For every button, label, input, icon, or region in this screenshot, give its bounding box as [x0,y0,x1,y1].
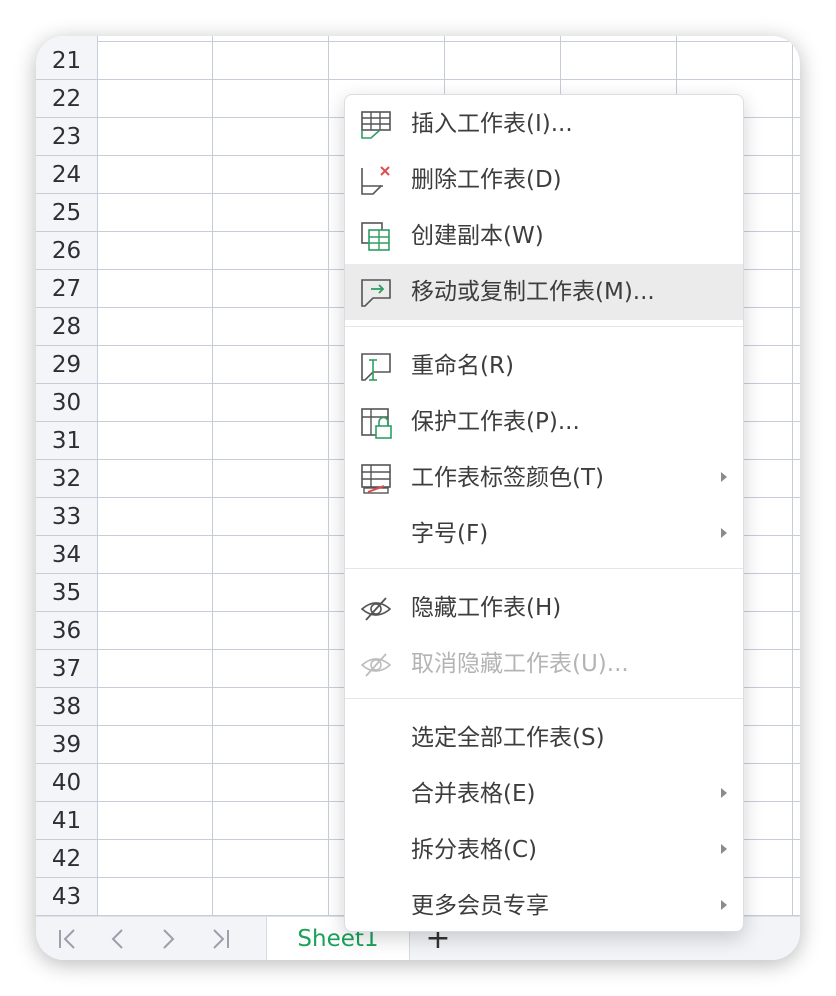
first-sheet-icon[interactable] [50,917,86,960]
submenu-arrow-icon [721,472,727,482]
row-number[interactable]: 22 [36,80,97,118]
row-number[interactable]: 39 [36,726,97,764]
row-number[interactable]: 32 [36,460,97,498]
menu-item-rename[interactable]: 重命名(R) [345,338,743,394]
row-number[interactable]: 25 [36,194,97,232]
menu-item-label: 重命名(R) [411,353,514,379]
menu-item-label: 拆分表格(C) [411,837,538,863]
row-number[interactable]: 34 [36,536,97,574]
row-number[interactable]: 42 [36,840,97,878]
menu-item-merge-tables[interactable]: 合并表格(E) [345,766,743,822]
menu-item-label: 删除工作表(D) [411,167,562,193]
next-sheet-icon[interactable] [150,917,186,960]
hide-icon [360,597,392,621]
menu-item-insert-sheet[interactable]: 插入工作表(I)... [345,96,743,152]
unhide-icon [360,653,392,677]
row-number[interactable]: 23 [36,118,97,156]
menu-item-unhide-sheet[interactable]: 取消隐藏工作表(U)... [345,636,743,692]
menu-item-label: 工作表标签颜色(T) [411,465,604,491]
submenu-arrow-icon [721,528,727,538]
menu-item-tab-color[interactable]: 工作表标签颜色(T) [345,450,743,506]
sheet-context-menu: 插入工作表(I)... 删除工作表(D) 创建副本(W) 移动或复制工作表(M)… [344,94,744,932]
menu-item-label: 创建副本(W) [411,223,544,249]
row-number[interactable]: 43 [36,878,97,916]
prev-sheet-icon[interactable] [100,917,136,960]
insert-sheet-icon [361,111,391,139]
menu-item-label: 移动或复制工作表(M)... [411,279,655,305]
menu-item-label: 保护工作表(P)... [411,409,580,435]
menu-item-select-all-sheets[interactable]: 选定全部工作表(S) [345,710,743,766]
delete-sheet-icon [361,166,390,195]
last-sheet-icon[interactable] [202,917,238,960]
row-number[interactable]: 38 [36,688,97,726]
menu-item-split-tables[interactable]: 拆分表格(C) [345,822,743,878]
menu-item-move-copy-sheet[interactable]: 移动或复制工作表(M)... [345,264,743,320]
menu-separator [345,698,743,699]
menu-item-font-size[interactable]: 字号(F) [345,506,743,562]
menu-item-delete-sheet[interactable]: 删除工作表(D) [345,152,743,208]
menu-separator [345,326,743,327]
menu-item-label: 合并表格(E) [411,781,536,807]
row-number[interactable]: 28 [36,308,97,346]
submenu-arrow-icon [721,844,727,854]
menu-item-label: 字号(F) [411,521,489,547]
row-number[interactable]: 41 [36,802,97,840]
submenu-arrow-icon [721,788,727,798]
row-number[interactable]: 35 [36,574,97,612]
menu-item-member-features[interactable]: 更多会员专享 [345,878,743,934]
row-number[interactable]: 24 [36,156,97,194]
row-number[interactable]: 40 [36,764,97,802]
row-number[interactable]: 37 [36,650,97,688]
row-number[interactable]: 29 [36,346,97,384]
menu-item-label: 取消隐藏工作表(U)... [411,651,629,677]
row-number[interactable]: 21 [36,42,97,80]
row-number[interactable]: 36 [36,612,97,650]
submenu-arrow-icon [721,900,727,910]
tab-color-icon [361,464,391,494]
menu-item-label: 插入工作表(I)... [411,111,573,137]
menu-item-protect-sheet[interactable]: 保护工作表(P)... [345,394,743,450]
menu-separator [345,568,743,569]
menu-item-copy-sheet[interactable]: 创建副本(W) [345,208,743,264]
row-number[interactable]: 31 [36,422,97,460]
row-number[interactable]: 33 [36,498,97,536]
menu-item-label: 选定全部工作表(S) [411,725,605,751]
protect-sheet-icon [361,408,392,439]
menu-item-label: 更多会员专享 [411,893,549,919]
move-sheet-icon [361,279,391,307]
row-header: 21 22 23 24 25 26 27 28 29 30 31 32 33 3… [36,36,98,916]
row-number[interactable]: 26 [36,232,97,270]
copy-sheet-icon [361,222,390,251]
menu-item-hide-sheet[interactable]: 隐藏工作表(H) [345,580,743,636]
rename-icon [361,353,391,381]
row-number[interactable]: 30 [36,384,97,422]
menu-item-label: 隐藏工作表(H) [411,595,562,621]
row-number[interactable]: 27 [36,270,97,308]
